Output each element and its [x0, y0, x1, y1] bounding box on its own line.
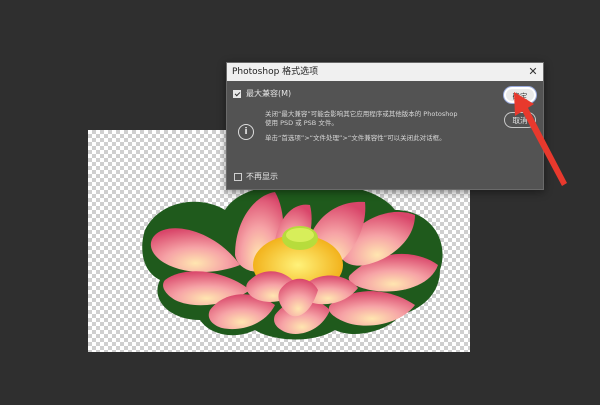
- dont-show-again-checkbox[interactable]: [234, 173, 242, 181]
- cancel-button[interactable]: 取消: [504, 112, 536, 128]
- dialog-titlebar: Photoshop 格式选项 ✕: [227, 63, 543, 81]
- close-icon[interactable]: ✕: [525, 64, 541, 80]
- info-icon: i: [238, 124, 254, 140]
- info-text-line-2: 使用 PSD 或 PSB 文件。: [265, 119, 338, 127]
- info-text-line-3: 单击“首选项”>“文件处理”>“文件兼容性”可以关闭此对话框。: [265, 134, 446, 142]
- ok-button[interactable]: 确定: [504, 87, 536, 103]
- dialog-title: Photoshop 格式选项: [232, 67, 319, 77]
- lotus-flower-image: [142, 185, 443, 340]
- maximize-compatibility-label[interactable]: 最大兼容(M): [246, 88, 291, 99]
- maximize-compatibility-checkbox[interactable]: [233, 90, 241, 98]
- info-text-line-1: 关闭“最大兼容”可能会影响其它应用程序或其他版本的 Photoshop: [265, 110, 458, 118]
- photoshop-format-options-dialog: Photoshop 格式选项 ✕ 最大兼容(M) i 关闭“最大兼容”可能会影响…: [226, 62, 544, 190]
- dont-show-again-label[interactable]: 不再显示: [246, 171, 278, 182]
